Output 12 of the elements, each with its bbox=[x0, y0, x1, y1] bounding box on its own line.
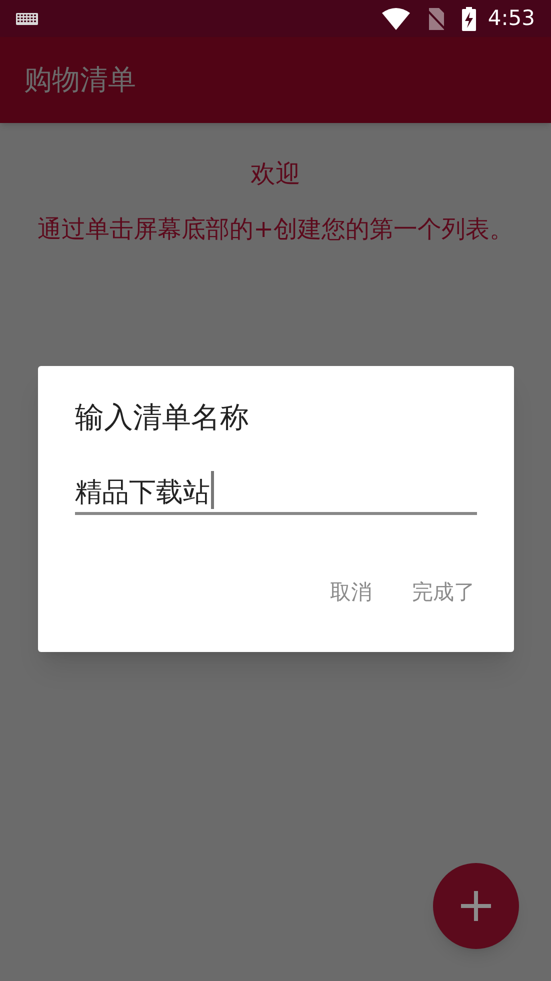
battery-charging-icon bbox=[462, 6, 476, 30]
dialog-title: 输入清单名称 bbox=[75, 399, 250, 436]
welcome-heading: 欢迎 bbox=[250, 158, 300, 190]
keyboard-icon bbox=[16, 12, 38, 24]
status-time: 4:53 bbox=[488, 4, 535, 32]
plus-icon bbox=[461, 891, 491, 921]
done-button[interactable]: 完成了 bbox=[412, 576, 475, 608]
cancel-button[interactable]: 取消 bbox=[330, 576, 372, 608]
welcome-message: 通过单击屏幕底部的+创建您的第一个列表。 bbox=[37, 214, 514, 244]
wifi-icon bbox=[382, 8, 410, 30]
input-field[interactable]: 精品下载站 bbox=[75, 472, 477, 514]
app-title: 购物清单 bbox=[24, 62, 136, 98]
